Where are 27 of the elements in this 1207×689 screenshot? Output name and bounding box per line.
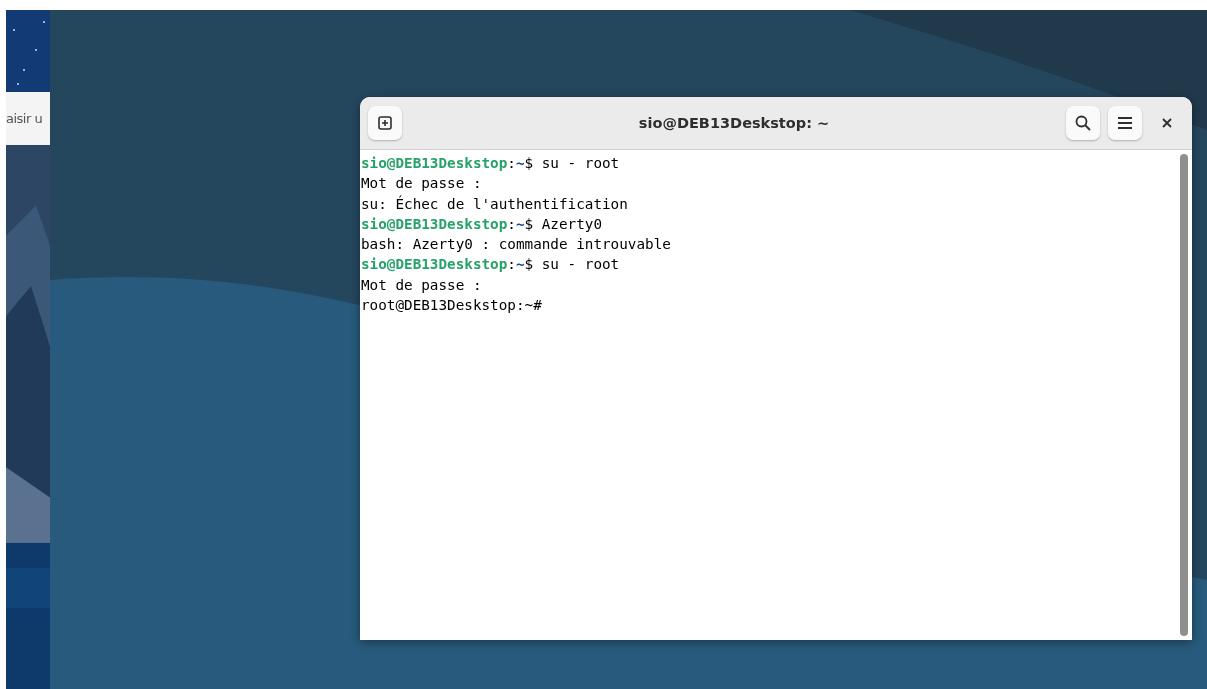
prompt-separator: : [507,155,516,171]
prompt-user: sio@DEB13Deskstop [361,215,508,232]
terminal-command: $ Azerty0 [524,215,602,232]
close-icon [1162,118,1172,128]
terminal-output: root@DEB13Deskstop:~# [361,297,542,314]
scrollbar-thumb[interactable] [1180,154,1188,636]
prompt-separator: : [507,215,516,232]
new-tab-button[interactable] [368,106,402,140]
terminal-command: $ su - root [524,256,620,273]
terminal-output: Mot de passe : [361,276,482,293]
prompt-separator: : [507,256,516,273]
menu-button[interactable] [1108,106,1142,140]
terminal-command: $ su - root [524,155,620,171]
text-field[interactable]: aisir u [6,92,50,145]
search-icon [1075,115,1091,131]
search-button[interactable] [1066,106,1100,140]
menu-icon [1117,116,1133,130]
prompt-user: sio@DEB13Deskstop [361,155,508,171]
terminal-output: Mot de passe : [361,175,482,192]
prompt-path: ~ [515,215,525,232]
window-title: sio@DEB13Deskstop: ~ [637,115,831,131]
prompt-user: sio@DEB13Deskstop [361,256,508,273]
prompt-path: ~ [515,155,525,171]
terminal-output: su: Échec de l'authentification [361,195,628,212]
terminal-output: bash: Azerty0 : commande introuvable [361,236,671,253]
prompt-path: ~ [515,256,525,273]
plus-icon [378,116,392,130]
